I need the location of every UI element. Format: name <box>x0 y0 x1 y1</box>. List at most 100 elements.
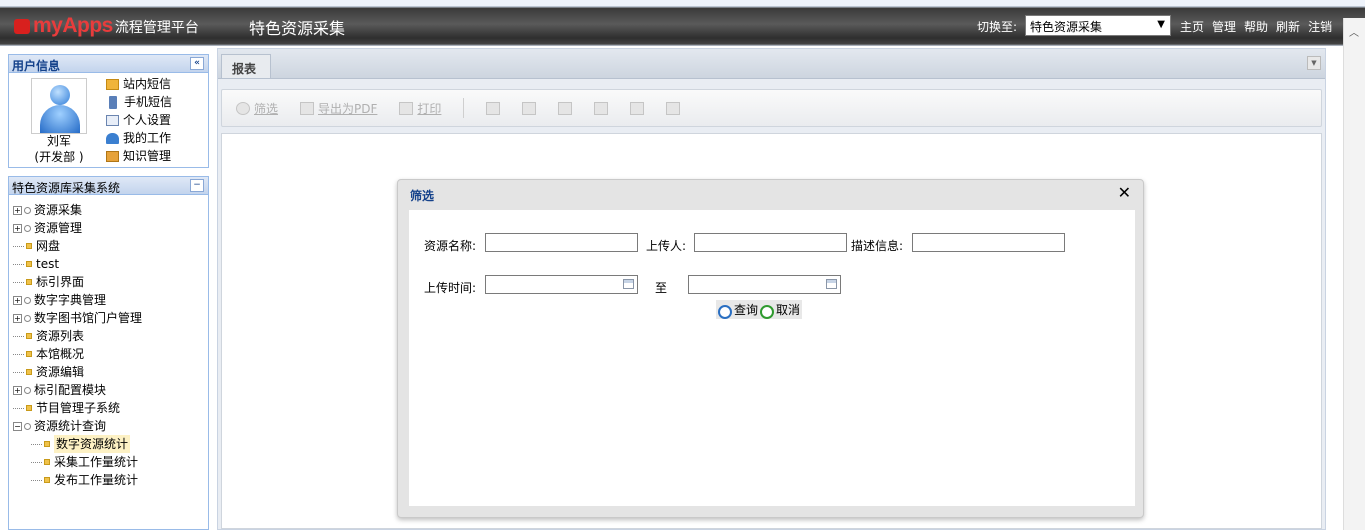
tree-item-label: 节目管理子系统 <box>36 401 121 415</box>
expand-plus-icon[interactable]: + <box>13 385 22 395</box>
bar-chart-icon[interactable] <box>594 101 609 115</box>
phone-icon <box>109 95 117 109</box>
nav-home-link[interactable]: 主页 <box>1180 18 1204 35</box>
link-personal-settings[interactable]: 个人设置 <box>106 111 172 129</box>
page-icon <box>26 369 32 375</box>
tree-item[interactable]: + 数字图书馆门户管理 <box>13 309 142 327</box>
print-button[interactable]: 打印 <box>399 100 441 117</box>
tree-item-label: 数字资源统计 <box>54 435 131 453</box>
tree-item[interactable]: 本馆概况 <box>13 345 142 363</box>
tree-item-label: 本馆概况 <box>36 347 85 361</box>
tree-item-label: test <box>36 257 60 271</box>
tab-strip: 报表 ▼ <box>218 49 1325 79</box>
page-scrollbar[interactable]: ︿ <box>1343 18 1365 530</box>
page-icon <box>44 441 50 447</box>
close-icon[interactable]: ✕ <box>1118 183 1131 202</box>
dialog-buttons: 查询 取消 <box>716 300 803 319</box>
upload-time-to-input[interactable] <box>688 275 841 294</box>
expand-plus-icon[interactable]: + <box>13 223 22 233</box>
query-button[interactable]: 查询 <box>717 301 759 319</box>
chart-type-icon-1[interactable] <box>486 101 501 115</box>
tree-item[interactable]: + 资源采集 <box>13 201 142 219</box>
tree-item-label: 资源统计查询 <box>34 419 107 433</box>
page-icon <box>26 333 32 339</box>
collapse-minus-icon[interactable]: − <box>13 421 22 431</box>
user-links: 站内短信 手机短信 个人设置 我的工作 知识管理 <box>106 75 172 165</box>
toolbar-separator <box>463 98 465 118</box>
chevron-up-icon[interactable]: ︿ <box>1349 24 1359 39</box>
tree-panel-title: 特色资源库采集系统 <box>12 181 121 195</box>
calendar-icon[interactable] <box>826 279 837 289</box>
dialog-title: 筛选 <box>410 189 435 203</box>
top-nav: 主页 管理 帮助 刷新 注销 <box>1180 18 1332 35</box>
chevron-down-icon: ▼ <box>1157 19 1165 30</box>
tree-item[interactable]: test <box>13 255 142 273</box>
page-icon <box>26 351 32 357</box>
expand-plus-icon[interactable]: + <box>13 313 22 323</box>
tree-item-label: 标引配置模块 <box>34 383 107 397</box>
resource-name-label: 资源名称: <box>424 239 477 253</box>
tree-connector <box>13 371 24 373</box>
folder-icon <box>24 296 31 304</box>
user-dept: (开发部 ) <box>34 150 84 164</box>
tree-item-label: 数字字典管理 <box>34 293 107 307</box>
folder-icon <box>24 386 31 394</box>
expand-plus-icon[interactable]: + <box>13 205 22 215</box>
page-icon <box>44 477 50 483</box>
description-input[interactable] <box>912 233 1065 252</box>
upload-time-label: 上传时间: <box>424 281 477 295</box>
nav-tree: + 资源采集 + 资源管理网盘 test 标引界面 + 数字字典管理 + 数字图书馆门户管理 资源列… <box>13 201 142 489</box>
link-my-work[interactable]: 我的工作 <box>106 129 172 147</box>
tree-item[interactable]: 数字资源统计 <box>13 435 142 453</box>
nav-logout-link[interactable]: 注销 <box>1308 18 1332 35</box>
calendar-icon[interactable] <box>623 279 634 289</box>
chart-type-icon-5[interactable] <box>630 101 645 115</box>
user-work-icon <box>106 132 119 144</box>
chart-type-icon-2[interactable] <box>522 101 537 115</box>
filter-button[interactable]: 筛选 <box>236 100 278 117</box>
chart-type-icon-3[interactable] <box>558 101 573 115</box>
tree-connector <box>31 461 42 463</box>
page-icon <box>44 459 50 465</box>
undo-icon <box>760 304 775 319</box>
tree-connector <box>13 281 24 283</box>
export-pdf-button[interactable]: 导出为PDF <box>300 100 377 117</box>
tree-item-label: 资源编辑 <box>36 365 85 379</box>
tree-item[interactable]: + 资源管理 <box>13 219 142 237</box>
search-icon <box>718 304 732 319</box>
tree-item-label: 网盘 <box>36 239 61 253</box>
tree-item[interactable]: + 数字字典管理 <box>13 291 142 309</box>
uploader-input[interactable] <box>694 233 847 252</box>
tree-item[interactable]: − 资源统计查询 <box>13 417 142 435</box>
tree-item[interactable]: 资源列表 <box>13 327 142 345</box>
tab-menu-icon[interactable]: ▼ <box>1307 56 1321 70</box>
tree-item-label: 标引界面 <box>36 275 85 289</box>
expand-plus-icon[interactable]: + <box>13 295 22 305</box>
tree-item[interactable]: 标引界面 <box>13 273 142 291</box>
app-switch-select[interactable]: 特色资源采集 ▼ <box>1025 15 1171 36</box>
upload-time-from-input[interactable] <box>485 275 638 294</box>
tree-item[interactable]: 采集工作量统计 <box>13 453 142 471</box>
link-site-message[interactable]: 站内短信 <box>106 75 172 93</box>
page-icon <box>26 261 32 267</box>
tab-report[interactable]: 报表 <box>221 54 271 78</box>
tree-item[interactable]: 网盘 <box>13 237 142 255</box>
collapse-minus-icon[interactable]: − <box>190 179 204 192</box>
link-knowledge[interactable]: 知识管理 <box>106 147 172 165</box>
tree-item[interactable]: 资源编辑 <box>13 363 142 381</box>
tree-item[interactable]: + 标引配置模块 <box>13 381 142 399</box>
link-sms[interactable]: 手机短信 <box>106 93 172 111</box>
tree-item-label: 采集工作量统计 <box>54 455 139 469</box>
chart-type-icon-6[interactable] <box>666 101 681 115</box>
user-panel-header: 用户信息 « <box>9 55 208 73</box>
tree-item[interactable]: 发布工作量统计 <box>13 471 142 489</box>
nav-help-link[interactable]: 帮助 <box>1244 18 1268 35</box>
cancel-button[interactable]: 取消 <box>759 301 801 319</box>
resource-name-input[interactable] <box>485 233 638 252</box>
tree-connector <box>31 443 42 445</box>
tree-item[interactable]: 节目管理子系统 <box>13 399 142 417</box>
collapse-left-icon[interactable]: « <box>190 57 204 70</box>
filter-dialog: 筛选 ✕ 资源名称: 上传人: 描述信息: 上传时间: 至 查询 取消 <box>397 179 1144 518</box>
nav-refresh-link[interactable]: 刷新 <box>1276 18 1300 35</box>
nav-admin-link[interactable]: 管理 <box>1212 18 1236 35</box>
